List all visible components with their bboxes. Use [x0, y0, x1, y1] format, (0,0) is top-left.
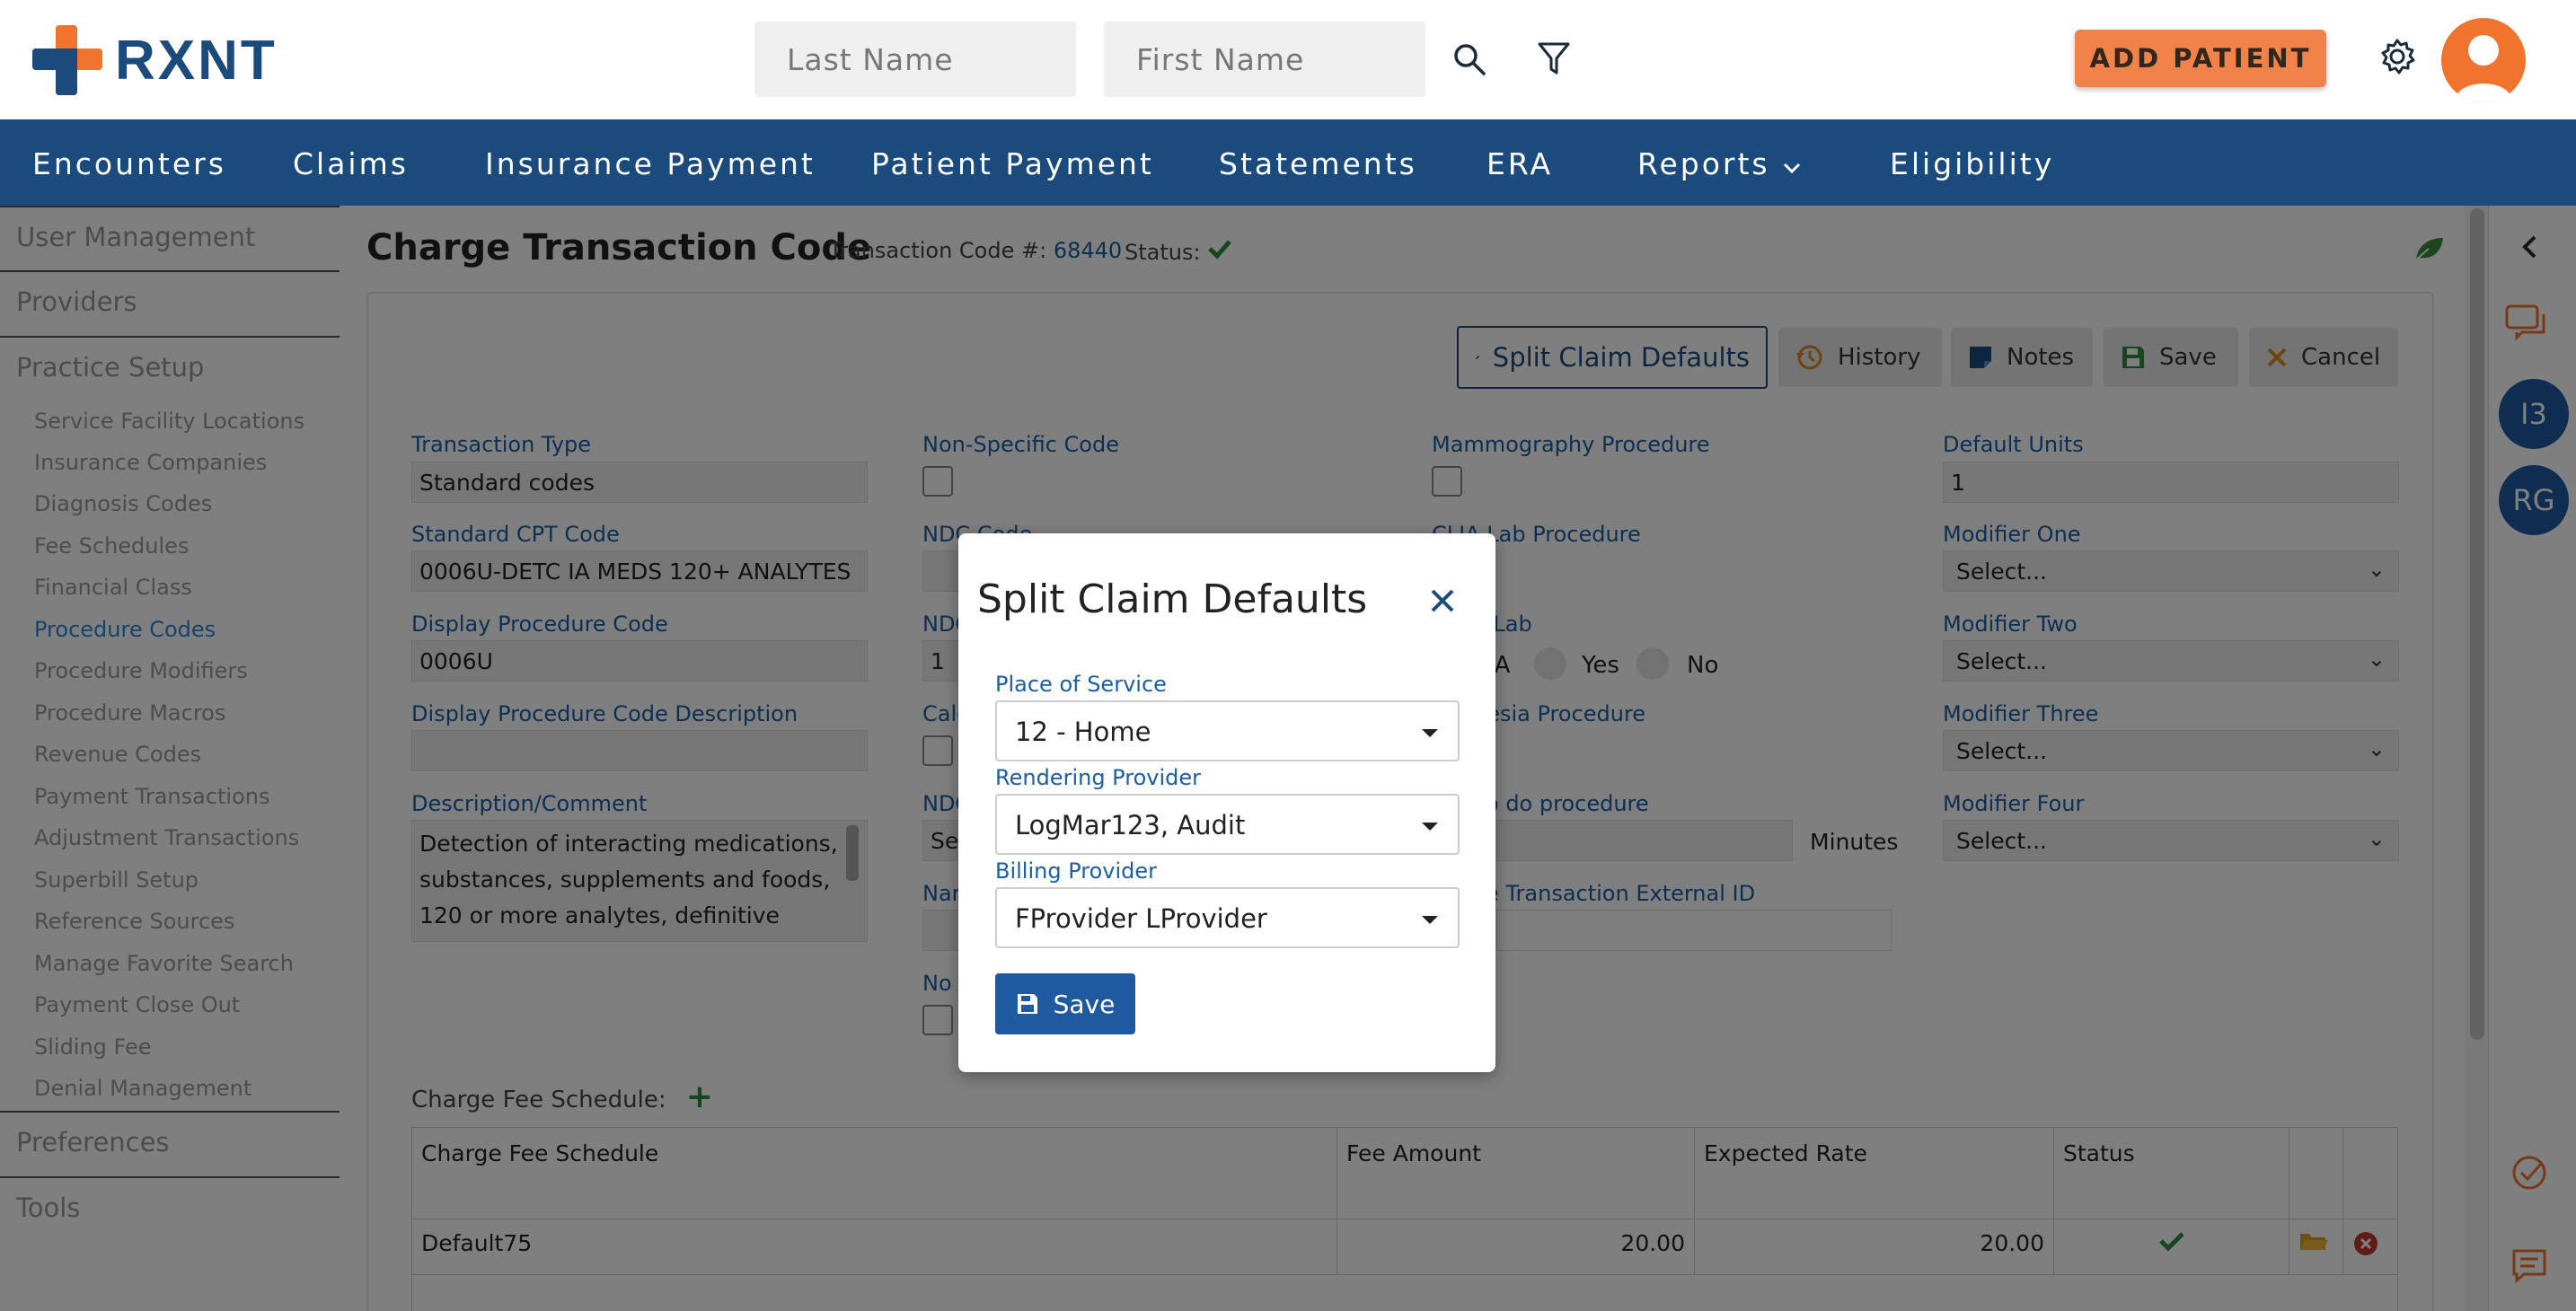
place-of-service-select[interactable]: 12 - Home — [995, 700, 1460, 761]
modal-save-button[interactable]: Save — [995, 973, 1135, 1034]
filter-icon[interactable] — [1531, 36, 1577, 83]
search-icon[interactable] — [1446, 36, 1493, 83]
rxnt-logo[interactable]: RXNT — [32, 25, 278, 95]
main-nav: Encounters Claims Insurance Payment Pati… — [0, 119, 2576, 206]
first-name-search-input[interactable] — [1104, 22, 1425, 97]
dropdown-caret-icon — [1422, 823, 1438, 831]
modal-save-label: Save — [1053, 989, 1116, 1019]
billing-provider-value: FProvider LProvider — [1015, 903, 1267, 934]
gear-icon[interactable] — [2375, 34, 2420, 79]
dropdown-caret-icon — [1422, 916, 1438, 924]
nav-eligibility[interactable]: Eligibility — [1890, 146, 2054, 181]
chevron-down-icon[interactable] — [1782, 150, 1802, 185]
billing-provider-select[interactable]: FProvider LProvider — [995, 887, 1460, 948]
rendering-provider-value: LogMar123, Audit — [1015, 810, 1246, 840]
modal-title: Split Claim Defaults — [977, 576, 1368, 622]
logo-text: RXNT — [115, 29, 278, 92]
nav-patient-payment[interactable]: Patient Payment — [871, 146, 1154, 181]
close-icon[interactable] — [1425, 584, 1460, 618]
nav-reports[interactable]: Reports — [1637, 146, 1770, 181]
split-claim-defaults-modal: Split Claim Defaults Place of Service 12… — [958, 533, 1495, 1072]
nav-encounters[interactable]: Encounters — [32, 146, 226, 181]
floppy-icon — [1017, 994, 1037, 1014]
user-avatar[interactable] — [2441, 18, 2526, 102]
logo-cross-icon — [32, 25, 102, 95]
billing-provider-label: Billing Provider — [995, 858, 1158, 884]
top-header: RXNT ADD PATIENT — [0, 0, 2576, 119]
nav-era[interactable]: ERA — [1486, 146, 1553, 181]
add-patient-button[interactable]: ADD PATIENT — [2075, 30, 2326, 87]
rendering-provider-select[interactable]: LogMar123, Audit — [995, 794, 1460, 855]
last-name-search-input[interactable] — [754, 22, 1076, 97]
place-of-service-label: Place of Service — [995, 672, 1167, 697]
nav-statements[interactable]: Statements — [1219, 146, 1417, 181]
nav-claims[interactable]: Claims — [293, 146, 409, 181]
place-of-service-value: 12 - Home — [1015, 717, 1151, 747]
rendering-provider-label: Rendering Provider — [995, 765, 1201, 790]
dropdown-caret-icon — [1422, 729, 1438, 737]
nav-insurance-payment[interactable]: Insurance Payment — [485, 146, 816, 181]
